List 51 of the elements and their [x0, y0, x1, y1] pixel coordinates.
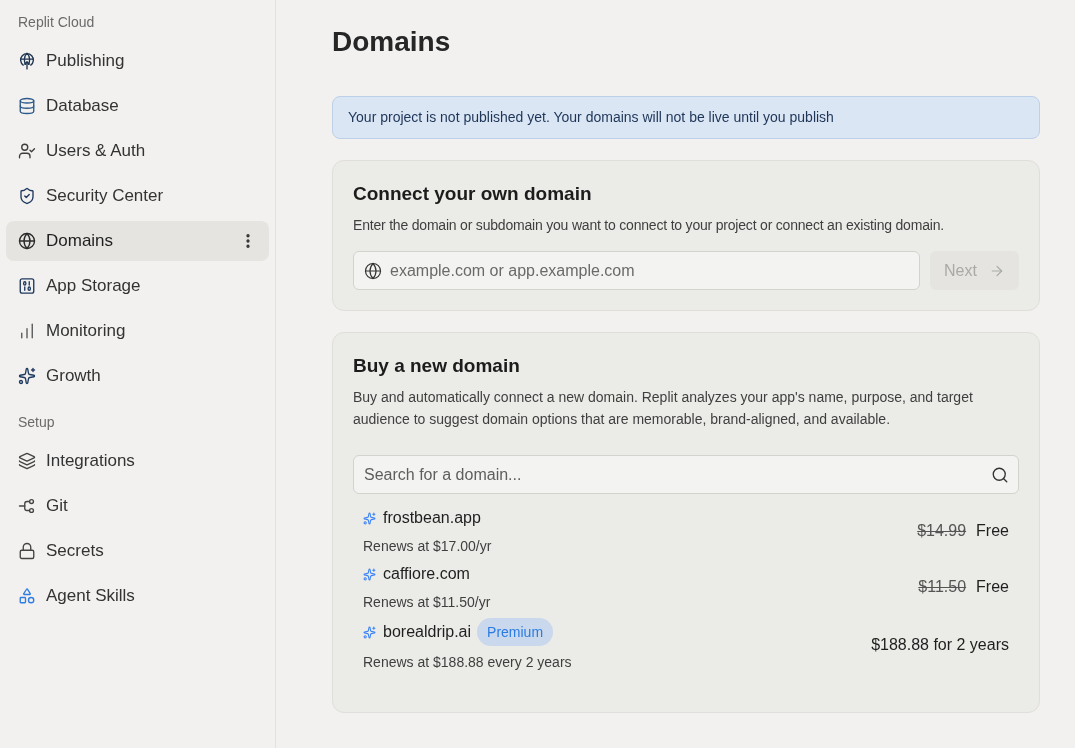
price-text: Free	[976, 521, 1009, 541]
card-description: Enter the domain or subdomain you want to connect to your project or connect an existing domain.	[353, 216, 945, 235]
sidebar-item[interactable]: Agent Skills	[6, 576, 269, 616]
domain-input-field[interactable]: example.com or app.example.com	[353, 251, 920, 290]
sidebar-item[interactable]: Monitoring	[6, 311, 269, 351]
database-icon	[18, 97, 36, 115]
price-text: $188.88 for 2 years	[871, 635, 1009, 655]
section-label: Replit Cloud	[17, 13, 96, 32]
lock-icon	[18, 542, 36, 560]
notice-banner: Your project is not published yet. Your domains will not be live until you publish	[332, 96, 1040, 139]
renewal-text: Renews at $188.88 every 2 years	[363, 653, 572, 672]
layers-icon	[18, 452, 36, 470]
card-description: Buy and automatically connect a new domain. Replit analyzes your app's name, purpose, and target audience to suggest domain options that are memorable, brand-aligned, and available.	[353, 388, 974, 429]
domain-name: frostbean.app	[383, 508, 481, 528]
card-title: Connect your own domain	[353, 182, 593, 206]
domain-name: caffiore.com	[383, 564, 470, 584]
domain-search-field[interactable]: Search for a domain...	[353, 455, 1019, 494]
sidebar-item[interactable]: Users & Auth	[6, 131, 269, 171]
search-icon	[991, 465, 1009, 484]
user-check-icon	[18, 142, 36, 160]
sparkles-icon	[363, 625, 376, 639]
sparkles-icon	[18, 367, 36, 385]
git-branch-icon	[18, 497, 36, 515]
sidebar-item[interactable]: Database	[6, 86, 269, 126]
sidebar-item[interactable]: Publishing	[6, 41, 269, 81]
sidebar-item[interactable]: Integrations	[6, 441, 269, 481]
bar-chart-icon	[18, 322, 36, 340]
renewal-text: Renews at $17.00/yr	[363, 537, 492, 556]
price-text: Free	[976, 577, 1009, 597]
globe-upload-icon	[18, 52, 36, 70]
sidebar-item[interactable]: Growth	[6, 356, 269, 396]
page-title: Domains	[332, 25, 452, 59]
sidebar-item[interactable]: App Storage	[6, 266, 269, 306]
shapes-icon	[18, 587, 36, 605]
shield-check-icon	[18, 187, 36, 205]
globe-icon	[18, 232, 36, 250]
sparkles-icon	[363, 567, 376, 581]
sidebar-item[interactable]: Domains	[6, 221, 269, 261]
sidebar-item[interactable]: Secrets	[6, 531, 269, 571]
original-price: $11.50	[918, 577, 967, 597]
section-label: Setup	[17, 413, 56, 432]
premium-badge: Premium	[477, 618, 554, 646]
sidebar-item[interactable]: Git	[6, 486, 269, 526]
binary-box-icon	[18, 277, 36, 295]
domain-name: borealdrip.ai	[383, 622, 472, 642]
original-price: $14.99	[917, 521, 967, 541]
renewal-text: Renews at $11.50/yr	[363, 593, 491, 612]
card-title: Buy a new domain	[353, 354, 521, 378]
sidebar-item[interactable]: Security Center	[6, 176, 269, 216]
globe-icon	[364, 261, 382, 280]
sparkles-icon	[363, 511, 376, 525]
